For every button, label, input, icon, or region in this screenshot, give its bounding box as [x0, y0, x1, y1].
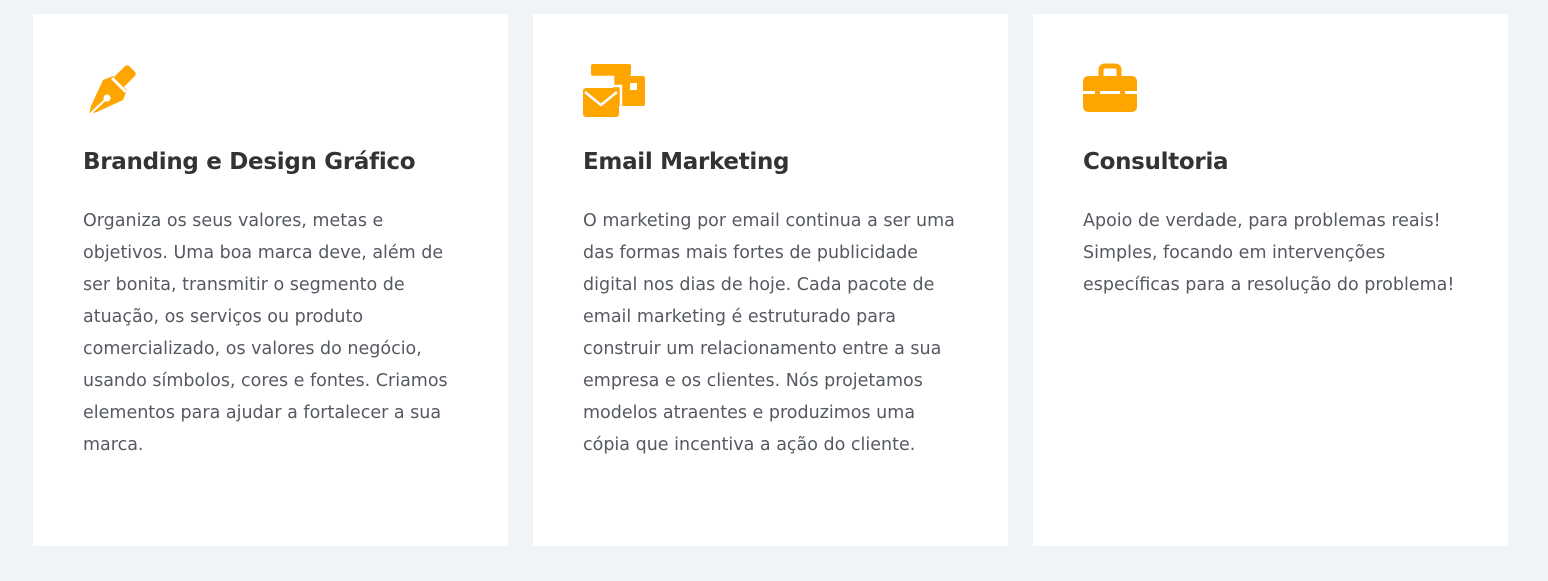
service-description: O marketing por email continua a ser uma… [583, 211, 955, 455]
service-description: Apoio de verdade, para problemas reais! … [1083, 211, 1455, 295]
toolbox-icon [1083, 62, 1145, 120]
service-card-branding: Branding e Design Gráfico Organiza os se… [33, 14, 508, 546]
service-title: Email Marketing [583, 149, 790, 175]
service-title: Consultoria [1083, 149, 1229, 175]
service-card-email-marketing: Email Marketing O marketing por email co… [533, 14, 1008, 546]
service-title: Branding e Design Gráfico [83, 149, 416, 175]
services-section: Branding e Design Gráfico Organiza os se… [0, 0, 1548, 581]
pen-nib-icon [83, 62, 145, 120]
service-description: Organiza os seus valores, metas e objeti… [83, 211, 448, 455]
envelope-stack-icon [583, 62, 645, 120]
service-card-consultoria: Consultoria Apoio de verdade, para probl… [1033, 14, 1508, 546]
